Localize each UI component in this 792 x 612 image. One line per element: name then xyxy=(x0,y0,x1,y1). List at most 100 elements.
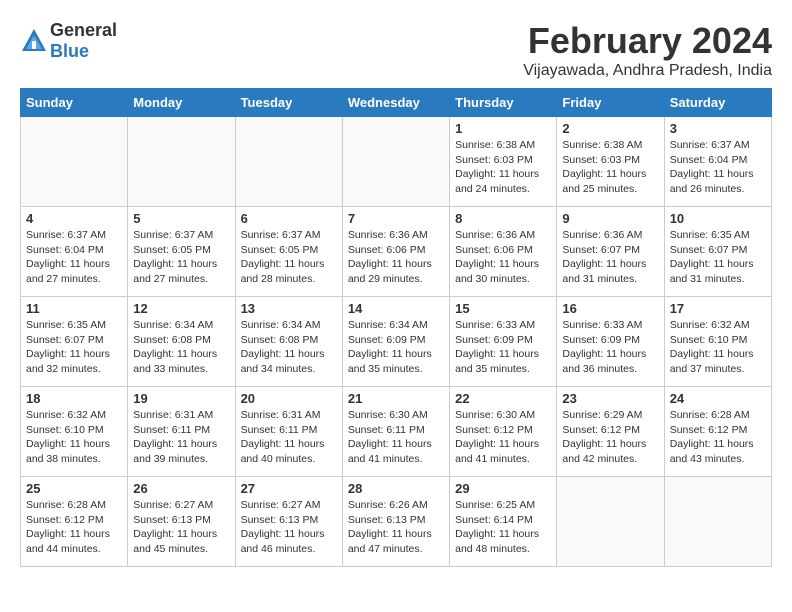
day-number: 11 xyxy=(26,301,122,316)
calendar-cell xyxy=(21,117,128,207)
day-info: Sunrise: 6:25 AMSunset: 6:14 PMDaylight:… xyxy=(455,498,551,557)
day-number: 15 xyxy=(455,301,551,316)
day-info: Sunrise: 6:32 AMSunset: 6:10 PMDaylight:… xyxy=(670,318,766,377)
calendar-cell: 12 Sunrise: 6:34 AMSunset: 6:08 PMDayligh… xyxy=(128,297,235,387)
col-header-tuesday: Tuesday xyxy=(235,89,342,117)
col-header-saturday: Saturday xyxy=(664,89,771,117)
day-info: Sunrise: 6:35 AMSunset: 6:07 PMDaylight:… xyxy=(26,318,122,377)
day-info: Sunrise: 6:37 AMSunset: 6:05 PMDaylight:… xyxy=(241,228,337,287)
calendar-header-row: SundayMondayTuesdayWednesdayThursdayFrid… xyxy=(21,89,772,117)
week-row-1: 1 Sunrise: 6:38 AMSunset: 6:03 PMDaylight… xyxy=(21,117,772,207)
day-number: 3 xyxy=(670,121,766,136)
day-info: Sunrise: 6:30 AMSunset: 6:11 PMDaylight:… xyxy=(348,408,444,467)
day-info: Sunrise: 6:35 AMSunset: 6:07 PMDaylight:… xyxy=(670,228,766,287)
day-info: Sunrise: 6:34 AMSunset: 6:08 PMDaylight:… xyxy=(133,318,229,377)
day-number: 27 xyxy=(241,481,337,496)
location-title: Vijayawada, Andhra Pradesh, India xyxy=(523,62,772,80)
col-header-wednesday: Wednesday xyxy=(342,89,449,117)
day-number: 7 xyxy=(348,211,444,226)
calendar-cell: 7 Sunrise: 6:36 AMSunset: 6:06 PMDaylight… xyxy=(342,207,449,297)
day-info: Sunrise: 6:37 AMSunset: 6:04 PMDaylight:… xyxy=(670,138,766,197)
day-number: 24 xyxy=(670,391,766,406)
day-info: Sunrise: 6:31 AMSunset: 6:11 PMDaylight:… xyxy=(241,408,337,467)
day-info: Sunrise: 6:26 AMSunset: 6:13 PMDaylight:… xyxy=(348,498,444,557)
calendar-cell: 4 Sunrise: 6:37 AMSunset: 6:04 PMDaylight… xyxy=(21,207,128,297)
day-info: Sunrise: 6:28 AMSunset: 6:12 PMDaylight:… xyxy=(26,498,122,557)
day-number: 28 xyxy=(348,481,444,496)
calendar-cell: 10 Sunrise: 6:35 AMSunset: 6:07 PMDayligh… xyxy=(664,207,771,297)
calendar-cell: 19 Sunrise: 6:31 AMSunset: 6:11 PMDayligh… xyxy=(128,387,235,477)
day-number: 4 xyxy=(26,211,122,226)
day-number: 12 xyxy=(133,301,229,316)
day-info: Sunrise: 6:37 AMSunset: 6:04 PMDaylight:… xyxy=(26,228,122,287)
calendar-cell: 6Sunrise: 6:37 AMSunset: 6:05 PMDaylight… xyxy=(235,207,342,297)
logo-icon xyxy=(20,27,48,55)
day-number: 25 xyxy=(26,481,122,496)
day-number: 18 xyxy=(26,391,122,406)
day-number: 23 xyxy=(562,391,658,406)
title-block: February 2024 Vijayawada, Andhra Pradesh… xyxy=(523,20,772,80)
logo: General Blue xyxy=(20,20,117,62)
day-info: Sunrise: 6:34 AMSunset: 6:09 PMDaylight:… xyxy=(348,318,444,377)
logo-general: General xyxy=(50,20,117,40)
calendar-table: SundayMondayTuesdayWednesdayThursdayFrid… xyxy=(20,88,772,567)
calendar-cell: 11 Sunrise: 6:35 AMSunset: 6:07 PMDayligh… xyxy=(21,297,128,387)
calendar-cell: 17 Sunrise: 6:32 AMSunset: 6:10 PMDayligh… xyxy=(664,297,771,387)
calendar-cell: 5Sunrise: 6:37 AMSunset: 6:05 PMDaylight… xyxy=(128,207,235,297)
day-number: 16 xyxy=(562,301,658,316)
calendar-cell: 26 Sunrise: 6:27 AMSunset: 6:13 PMDayligh… xyxy=(128,477,235,567)
calendar-cell xyxy=(664,477,771,567)
calendar-cell: 21 Sunrise: 6:30 AMSunset: 6:11 PMDayligh… xyxy=(342,387,449,477)
day-info: Sunrise: 6:29 AMSunset: 6:12 PMDaylight:… xyxy=(562,408,658,467)
day-info: Sunrise: 6:38 AMSunset: 6:03 PMDaylight:… xyxy=(455,138,551,197)
calendar-cell: 16Sunrise: 6:33 AMSunset: 6:09 PMDayligh… xyxy=(557,297,664,387)
calendar-cell: 28 Sunrise: 6:26 AMSunset: 6:13 PMDayligh… xyxy=(342,477,449,567)
day-number: 13 xyxy=(241,301,337,316)
logo-blue: Blue xyxy=(50,41,89,61)
day-number: 21 xyxy=(348,391,444,406)
col-header-friday: Friday xyxy=(557,89,664,117)
calendar-cell xyxy=(557,477,664,567)
day-number: 14 xyxy=(348,301,444,316)
calendar-cell: 9 Sunrise: 6:36 AMSunset: 6:07 PMDaylight… xyxy=(557,207,664,297)
day-number: 10 xyxy=(670,211,766,226)
col-header-sunday: Sunday xyxy=(21,89,128,117)
day-info: Sunrise: 6:36 AMSunset: 6:07 PMDaylight:… xyxy=(562,228,658,287)
day-info: Sunrise: 6:33 AMSunset: 6:09 PMDaylight:… xyxy=(455,318,551,377)
week-row-2: 4 Sunrise: 6:37 AMSunset: 6:04 PMDaylight… xyxy=(21,207,772,297)
calendar-cell: 20 Sunrise: 6:31 AMSunset: 6:11 PMDayligh… xyxy=(235,387,342,477)
day-info: Sunrise: 6:36 AMSunset: 6:06 PMDaylight:… xyxy=(348,228,444,287)
day-number: 29 xyxy=(455,481,551,496)
calendar-cell: 22Sunrise: 6:30 AMSunset: 6:12 PMDayligh… xyxy=(450,387,557,477)
day-info: Sunrise: 6:36 AMSunset: 6:06 PMDaylight:… xyxy=(455,228,551,287)
day-info: Sunrise: 6:32 AMSunset: 6:10 PMDaylight:… xyxy=(26,408,122,467)
day-info: Sunrise: 6:38 AMSunset: 6:03 PMDaylight:… xyxy=(562,138,658,197)
calendar-cell xyxy=(342,117,449,207)
calendar-cell: 29 Sunrise: 6:25 AMSunset: 6:14 PMDayligh… xyxy=(450,477,557,567)
day-info: Sunrise: 6:31 AMSunset: 6:11 PMDaylight:… xyxy=(133,408,229,467)
day-number: 26 xyxy=(133,481,229,496)
calendar-cell: 3 Sunrise: 6:37 AMSunset: 6:04 PMDaylight… xyxy=(664,117,771,207)
day-info: Sunrise: 6:37 AMSunset: 6:05 PMDaylight:… xyxy=(133,228,229,287)
day-number: 20 xyxy=(241,391,337,406)
col-header-thursday: Thursday xyxy=(450,89,557,117)
calendar-cell xyxy=(128,117,235,207)
calendar-cell: 23 Sunrise: 6:29 AMSunset: 6:12 PMDayligh… xyxy=(557,387,664,477)
day-number: 19 xyxy=(133,391,229,406)
day-info: Sunrise: 6:30 AMSunset: 6:12 PMDaylight:… xyxy=(455,408,551,467)
col-header-monday: Monday xyxy=(128,89,235,117)
page-header: General Blue February 2024 Vijayawada, A… xyxy=(20,20,772,80)
week-row-4: 18 Sunrise: 6:32 AMSunset: 6:10 PMDayligh… xyxy=(21,387,772,477)
day-number: 17 xyxy=(670,301,766,316)
day-number: 2 xyxy=(562,121,658,136)
calendar-cell: 27Sunrise: 6:27 AMSunset: 6:13 PMDayligh… xyxy=(235,477,342,567)
calendar-cell: 13 Sunrise: 6:34 AMSunset: 6:08 PMDayligh… xyxy=(235,297,342,387)
day-info: Sunrise: 6:34 AMSunset: 6:08 PMDaylight:… xyxy=(241,318,337,377)
month-title: February 2024 xyxy=(523,20,772,62)
day-number: 1 xyxy=(455,121,551,136)
calendar-cell: 18 Sunrise: 6:32 AMSunset: 6:10 PMDayligh… xyxy=(21,387,128,477)
calendar-cell: 15 Sunrise: 6:33 AMSunset: 6:09 PMDayligh… xyxy=(450,297,557,387)
day-info: Sunrise: 6:27 AMSunset: 6:13 PMDaylight:… xyxy=(133,498,229,557)
calendar-cell: 2 Sunrise: 6:38 AMSunset: 6:03 PMDaylight… xyxy=(557,117,664,207)
day-number: 9 xyxy=(562,211,658,226)
